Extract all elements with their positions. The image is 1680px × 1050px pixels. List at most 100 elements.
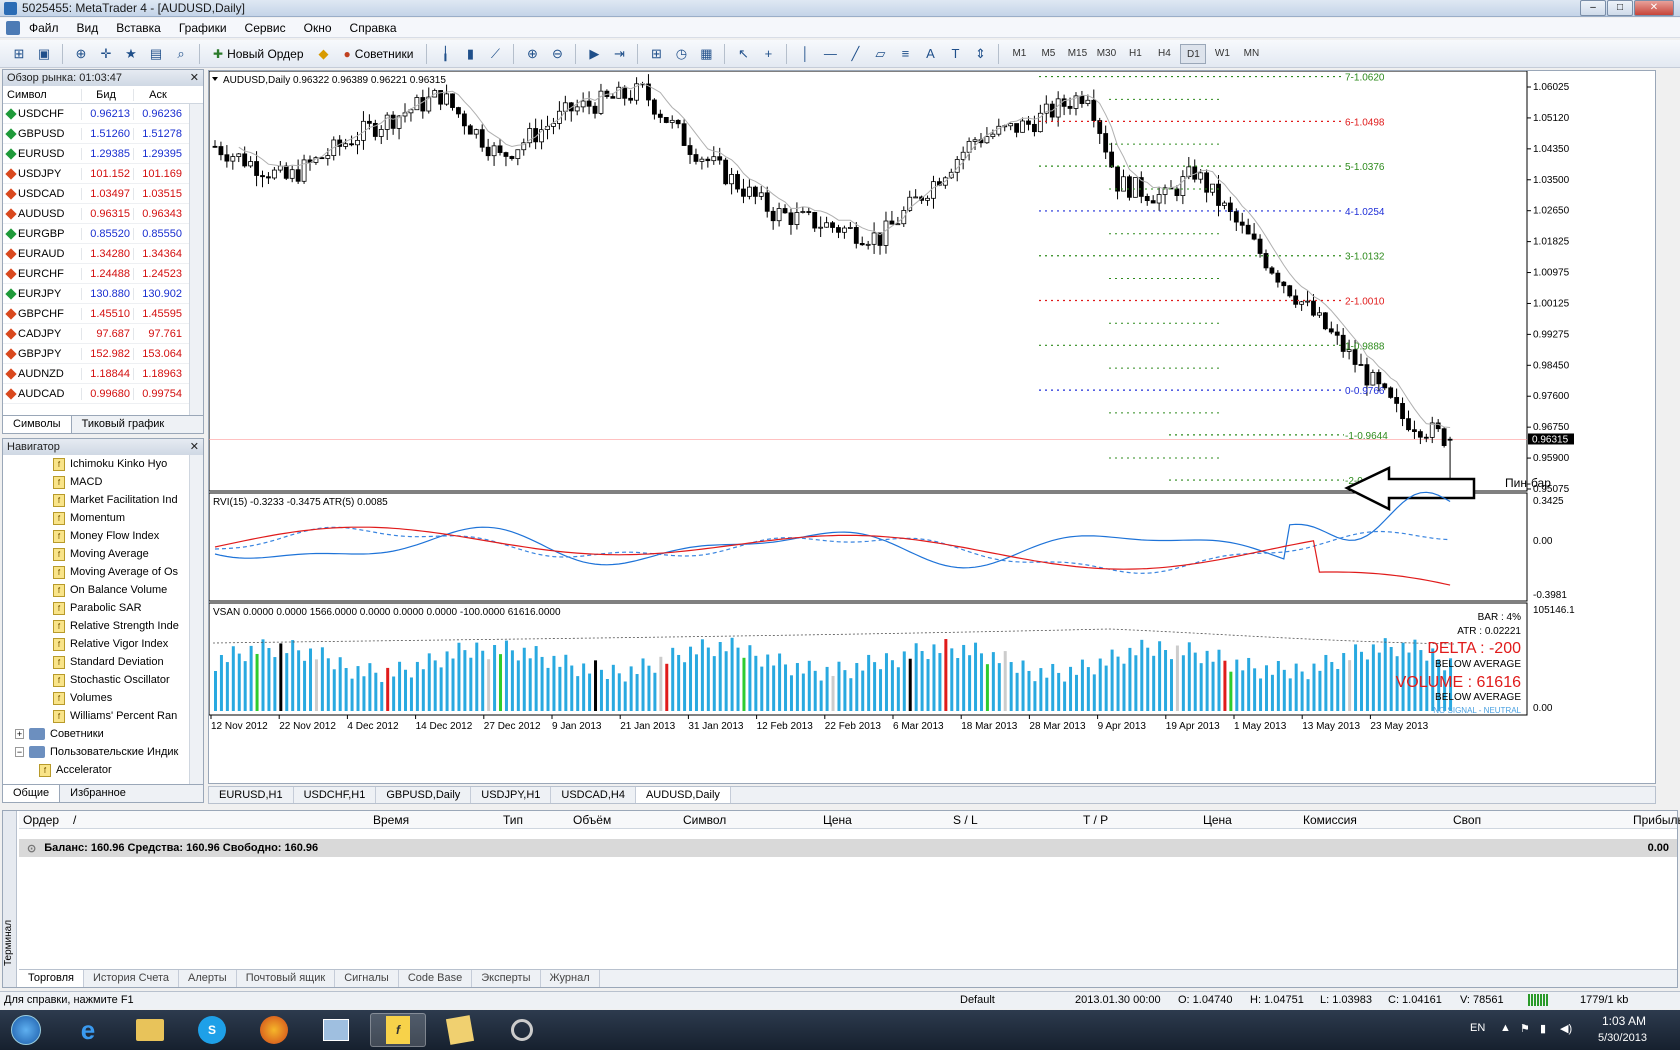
profiles-icon[interactable]: ▣ [33,43,55,65]
autoscroll-icon[interactable]: ▶ [583,43,605,65]
menu-file[interactable]: Файл [20,21,68,35]
skype-icon[interactable]: S [184,1013,240,1047]
market-watch-row[interactable]: GBPJPY 152.982 153.064 [3,344,203,364]
terminal-col-header[interactable]: Цена [1203,813,1232,827]
navigator-item[interactable]: f MACD [3,473,203,491]
navigator-item[interactable]: f Standard Deviation [3,653,203,671]
notes-icon[interactable] [432,1013,488,1047]
tf-h4[interactable]: H4 [1151,44,1177,64]
terminal-tab[interactable]: Сигналы [335,970,399,987]
market-watch-row[interactable]: CADJPY 97.687 97.761 [3,324,203,344]
explorer-icon[interactable] [122,1013,178,1047]
strategy-tester-icon[interactable]: ⌕ [170,43,192,65]
market-watch-row[interactable]: USDJPY 101.152 101.169 [3,164,203,184]
terminal-col-header[interactable]: Ордер [23,813,59,827]
terminal-col-header[interactable]: Прибыль [1633,813,1680,827]
line-chart-icon[interactable]: ⟋ [484,43,506,65]
chart-tab[interactable]: GBPUSD,Daily [376,787,472,803]
navigator-item[interactable]: f Ichimoku Kinko Hyo [3,455,203,473]
terminal-tab[interactable]: Алерты [179,970,237,987]
market-watch-row[interactable]: EURJPY 130.880 130.902 [3,284,203,304]
advisors-button[interactable]: ● Советники [338,43,420,65]
tf-m1[interactable]: M1 [1006,44,1032,64]
navigator-item[interactable]: f Momentum [3,509,203,527]
navigator-item[interactable]: f Stochastic Oscillator [3,671,203,689]
navigator-item[interactable]: f On Balance Volume [3,581,203,599]
metatrader-icon[interactable]: f [370,1013,426,1047]
navigator-item[interactable]: f Relative Strength Inde [3,617,203,635]
language-indicator[interactable]: EN [1470,1022,1485,1034]
clock-date[interactable]: 5/30/2013 [1598,1032,1647,1044]
firefox-icon[interactable] [246,1013,302,1047]
terminal-col-header[interactable]: Объём [573,813,611,827]
market-watch-row[interactable]: AUDNZD 1.18844 1.18963 [3,364,203,384]
expand-icon[interactable]: − [15,747,24,757]
market-watch-row[interactable]: USDCAD 1.03497 1.03515 [3,184,203,204]
templates-icon[interactable]: ▦ [695,43,717,65]
menu-view[interactable]: Вид [68,21,108,35]
col-bid[interactable]: Бид [81,88,133,101]
market-watch-icon[interactable]: ⊕ [70,43,92,65]
navigator-item[interactable]: f Moving Average [3,545,203,563]
data-window-icon[interactable]: ✛ [95,43,117,65]
tab-tick-chart[interactable]: Тиковый график [72,416,175,433]
control-panel-icon[interactable] [308,1013,364,1047]
expand-icon[interactable]: + [15,729,24,739]
tf-h1[interactable]: H1 [1122,44,1148,64]
close-button[interactable]: ✕ [1634,0,1674,16]
tab-common[interactable]: Общие [3,785,61,802]
navigator-item[interactable]: f Market Facilitation Ind [3,491,203,509]
chart-tab[interactable]: EURUSD,H1 [209,787,294,803]
tf-d1[interactable]: D1 [1180,43,1207,64]
start-button[interactable] [2,1013,50,1047]
terminal-tab[interactable]: Code Base [399,970,473,987]
terminal-col-header[interactable]: / [73,813,76,827]
horizontal-line-icon[interactable]: — [819,43,841,65]
vertical-line-icon[interactable]: │ [794,43,816,65]
chart-tab[interactable]: USDJPY,H1 [471,787,552,803]
maximize-button[interactable]: □ [1607,0,1633,16]
market-watch-row[interactable]: EURAUD 1.34280 1.34364 [3,244,203,264]
terminal-tab[interactable]: Эксперты [472,970,541,987]
trendline-icon[interactable]: ╱ [844,43,866,65]
ie-icon[interactable]: e [60,1013,116,1047]
warning-icon[interactable]: ◆ [313,43,335,65]
tf-mn[interactable]: MN [1238,44,1264,64]
indicators-icon[interactable]: ⊞ [645,43,667,65]
market-watch-row[interactable]: AUDUSD 0.96315 0.96343 [3,204,203,224]
chart-window-icon[interactable] [6,20,20,35]
terminal-col-header[interactable]: Тип [503,813,523,827]
menu-insert[interactable]: Вставка [107,21,170,35]
terminal-col-header[interactable]: S / L [953,813,978,827]
close-icon[interactable]: ✕ [190,439,199,455]
navigator-item[interactable]: f Accelerator [3,761,203,779]
volume-icon[interactable]: ◀) [1560,1022,1572,1035]
scrollbar[interactable] [189,104,203,417]
crosshair-icon[interactable]: + [757,43,779,65]
tf-w1[interactable]: W1 [1209,44,1235,64]
cursor-icon[interactable]: ↖ [732,43,754,65]
terminal-col-header[interactable]: Цена [823,813,852,827]
custom-indicators-group[interactable]: − Пользовательские Индик [3,743,203,761]
zoom-in-icon[interactable]: ⊕ [521,43,543,65]
terminal-tab[interactable]: Журнал [541,970,600,987]
market-watch-row[interactable]: USDCHF 0.96213 0.96236 [3,104,203,124]
arrows-icon[interactable]: ⇕ [969,43,991,65]
chart-tab[interactable]: USDCHF,H1 [294,787,377,803]
fibonacci-icon[interactable]: ≡ [894,43,916,65]
periods-icon[interactable]: ◷ [670,43,692,65]
menu-help[interactable]: Справка [341,21,406,35]
text-icon[interactable]: A [919,43,941,65]
tab-favorites[interactable]: Избранное [60,785,136,802]
market-watch-row[interactable]: EURCHF 1.24488 1.24523 [3,264,203,284]
navigator-item[interactable]: f Williams' Percent Ran [3,707,203,725]
chart-tab[interactable]: USDCAD,H4 [551,787,636,803]
tray-arrow-icon[interactable]: ▲ [1500,1022,1511,1034]
flag-icon[interactable]: ⚑ [1520,1022,1530,1035]
terminal-tab[interactable]: История Счета [84,970,180,987]
network-icon[interactable]: ▮ [1540,1022,1546,1035]
navigator-item[interactable]: f Moving Average of Os [3,563,203,581]
terminal-icon[interactable]: ▤ [145,43,167,65]
navigator-item[interactable]: f Money Flow Index [3,527,203,545]
terminal-tab[interactable]: Почтовый ящик [237,970,336,987]
